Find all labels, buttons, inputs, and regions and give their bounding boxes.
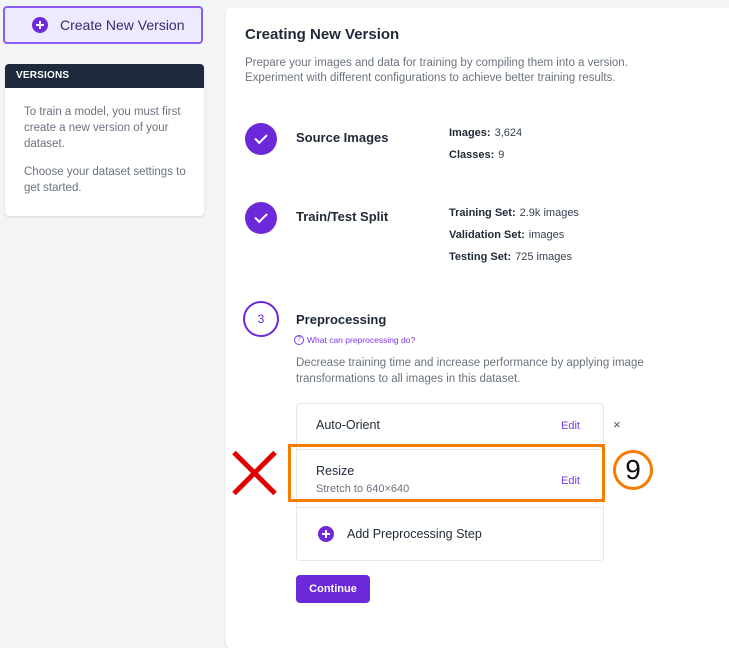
images-value: 3,624 [494, 127, 523, 139]
page-description: Prepare your images and data for trainin… [245, 57, 628, 84]
resize-edit-link[interactable]: Edit [561, 475, 580, 487]
red-cross-icon [228, 448, 280, 498]
help-link-label: What can preprocessing do? [307, 335, 416, 345]
main-panel: Creating New Version Prepare your images… [226, 8, 729, 648]
validation-set: Validation Set: images [449, 229, 564, 241]
page-title: Creating New Version [245, 26, 400, 43]
validation-label: Validation Set: [449, 229, 525, 241]
versions-body: To train a model, you must first create … [5, 88, 204, 196]
train-test-split-title: Train/Test Split [296, 209, 389, 224]
versions-text-1: To train a model, you must first create … [24, 106, 181, 150]
create-new-version-button[interactable]: Create New Version [3, 6, 203, 44]
preprocessing-step-number: 3 [243, 301, 279, 337]
annotation-step-number: 9 [613, 450, 653, 490]
resize-title: Resize [316, 464, 355, 478]
plus-circle-icon [318, 526, 334, 542]
resize-subtitle: Stretch to 640×640 [316, 483, 410, 495]
images-count: Images: 3,624 [449, 127, 522, 139]
continue-button[interactable]: Continue [296, 575, 370, 603]
create-new-version-label: Create New Version [60, 17, 185, 33]
preprocessing-description: Decrease training time and increase perf… [296, 357, 644, 385]
images-label: Images: [449, 127, 491, 139]
training-label: Training Set: [449, 207, 516, 219]
train-test-split-check-icon [245, 202, 277, 234]
source-images-title: Source Images [296, 130, 389, 145]
testing-label: Testing Set: [449, 251, 512, 263]
preprocessing-title: Preprocessing [296, 312, 387, 327]
versions-text-2: Choose your dataset settings to get star… [24, 166, 186, 194]
auto-orient-edit-link[interactable]: Edit [561, 420, 580, 432]
list-item-resize: Resize Stretch to 640×640 Edit [297, 449, 603, 508]
classes-label: Classes: [449, 149, 495, 161]
training-set: Training Set: 2.9k images [449, 207, 579, 219]
preprocessing-help-link[interactable]: ? What can preprocessing do? [294, 335, 415, 345]
auto-orient-title: Auto-Orient [316, 418, 380, 432]
help-icon: ? [294, 335, 304, 345]
list-item-auto-orient: Auto-Orient Edit [297, 404, 603, 450]
testing-value: 725 images [515, 251, 573, 263]
add-preprocessing-step-label: Add Preprocessing Step [347, 527, 482, 541]
validation-value: images [528, 229, 565, 241]
versions-card: VERSIONS To train a model, you must firs… [5, 64, 204, 216]
versions-header: VERSIONS [5, 64, 204, 88]
plus-circle-icon [32, 17, 48, 33]
classes-value: 9 [498, 149, 505, 161]
add-preprocessing-step-button[interactable]: Add Preprocessing Step [318, 526, 482, 542]
add-preprocessing-row: Add Preprocessing Step [297, 507, 603, 560]
remove-auto-orient-icon[interactable]: × [613, 417, 621, 432]
classes-count: Classes: 9 [449, 149, 504, 161]
training-value: 2.9k images [519, 207, 579, 219]
preprocessing-steps-list: Auto-Orient Edit Resize Stretch to 640×6… [296, 403, 604, 561]
testing-set: Testing Set: 725 images [449, 251, 572, 263]
source-images-check-icon [245, 123, 277, 155]
